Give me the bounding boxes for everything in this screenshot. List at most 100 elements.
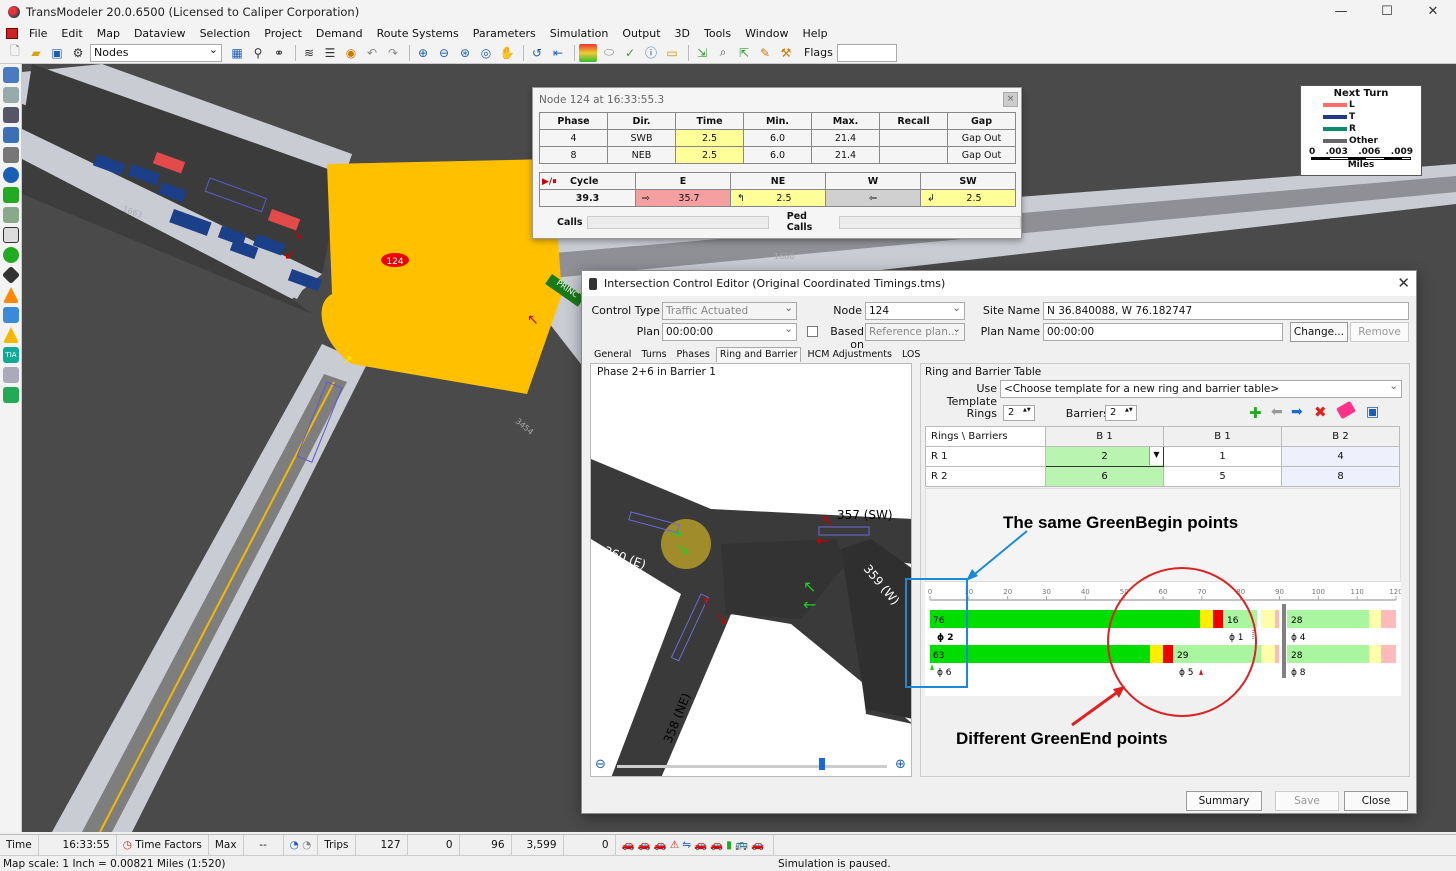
open-folder-icon[interactable]: ▰ [27,44,45,62]
save-button[interactable]: Save [1275,791,1339,811]
speed-limit-icon[interactable] [3,227,19,243]
dialog-close-button[interactable]: ✕ [1397,271,1410,296]
site-name-input[interactable]: N 36.840088, W 76.182747 [1043,302,1409,320]
incident-icon[interactable]: ⚠ [670,839,682,851]
report-icon[interactable] [3,367,19,383]
menu-selection[interactable]: Selection [193,27,258,40]
color-theme-icon[interactable] [579,43,597,62]
vehicle-tool-icon[interactable] [3,67,19,83]
menu-edit[interactable]: Edit [54,27,89,40]
green-layer-icon[interactable] [3,387,19,403]
node-panel-close-button[interactable]: × [1003,92,1018,107]
bus-icon[interactable]: 🚌 [735,839,751,851]
palette-icon[interactable]: ◉ [342,44,360,62]
zoom-layer-icon[interactable]: ◎ [477,44,495,62]
menu-file[interactable]: File [22,27,54,40]
menu-output[interactable]: Output [615,27,667,40]
menu-3d[interactable]: 3D [668,27,697,40]
menu-simulation[interactable]: Simulation [543,27,616,40]
tab-los[interactable]: LOS [898,347,924,362]
flags-input[interactable] [836,43,897,62]
save-icon[interactable]: ▣ [48,44,66,62]
summary-button[interactable]: Summary [1186,791,1262,811]
signal-timing-icon[interactable] [3,207,19,223]
table-tool-icon[interactable] [3,107,19,123]
zoom-out-icon[interactable]: ⊖ [435,44,453,62]
vehicle-stop-icon[interactable]: 🚗 [654,839,670,851]
tia-icon[interactable]: TIA [3,347,19,363]
previous-scope-icon[interactable]: ↺ [528,44,546,62]
binoculars-icon[interactable]: ⚭ [270,44,288,62]
vehicle-settings-icon[interactable]: 🚗 [751,839,767,851]
move-left-icon[interactable]: ⬅ [1271,404,1283,420]
toll-icon[interactable] [3,247,19,263]
speed-gauge-icon[interactable]: ◔ [290,839,299,851]
dataview-icon[interactable]: ▦ [228,44,246,62]
dropdown-arrow-icon[interactable]: ▼ [1149,447,1163,465]
maximize-button[interactable]: ☐ [1364,0,1410,24]
speed-gauge-icon[interactable]: ◔ [302,839,311,851]
menu-parameters[interactable]: Parameters [466,27,543,40]
eraser-icon[interactable] [1336,400,1356,420]
tab-general[interactable]: General [590,347,635,362]
move-right-icon[interactable]: ➡ [1291,404,1303,420]
undo-icon[interactable]: ↶ [363,44,381,62]
settings-icon[interactable]: ⚙ [69,44,87,62]
car-tool-icon[interactable] [3,127,19,143]
node-124-label[interactable]: 124 [386,257,403,267]
vehicle-route-icon[interactable]: 🚗 [694,839,710,851]
time-factors-icon[interactable]: ◷ [123,839,132,851]
node-select[interactable]: 124 [865,300,965,320]
menu-route-systems[interactable]: Route Systems [370,27,466,40]
layers-icon[interactable]: ≋ [300,44,318,62]
vehicle-play-icon[interactable]: 🚗 [622,839,638,851]
route-query-icon[interactable]: ⌕ [714,44,732,62]
legend-icon[interactable]: ☰ [321,44,339,62]
change-button[interactable]: Change... [1290,322,1348,342]
delete-icon[interactable]: ✖ [1314,403,1327,421]
cone-icon[interactable] [3,287,19,303]
menu-tools[interactable]: Tools [697,27,738,40]
rings-spinner[interactable]: 2 [1003,405,1035,421]
menu-dataview[interactable]: Dataview [127,27,193,40]
parking-icon[interactable] [3,167,19,183]
road-tool-icon[interactable] [3,147,19,163]
based-on-checkbox[interactable] [807,326,818,337]
layer-select[interactable]: Nodes [90,42,222,62]
route-edit-icon[interactable]: ⇱ [735,44,753,62]
add-icon[interactable]: ✚ [1249,404,1262,422]
zoom-in-icon[interactable]: ⊕ [414,44,432,62]
zoom-slider-track[interactable] [617,765,887,768]
traffic-signal-icon[interactable] [3,187,19,203]
save-icon[interactable]: ▣ [1366,404,1379,420]
tab-hcm-adjustments[interactable]: HCM Adjustments [803,347,895,362]
warning-icon[interactable] [3,327,19,343]
full-extent-icon[interactable]: ⇤ [549,44,567,62]
plan-select[interactable]: 00:00:00 [662,321,797,341]
based-on-select[interactable]: Reference plan... [865,321,965,341]
redo-icon[interactable]: ↷ [384,44,402,62]
zoom-window-icon[interactable]: ⊛ [456,44,474,62]
shape-icon[interactable]: ⬭ [600,44,618,62]
play-pause-icon[interactable]: ▶/⏸ [542,177,557,187]
menu-help[interactable]: Help [795,27,834,40]
pan-hand-icon[interactable]: ✋ [498,44,516,62]
control-type-select[interactable]: Traffic Actuated [662,300,797,320]
vehicle-detector-icon[interactable]: 🚗 [710,839,726,851]
menu-window[interactable]: Window [738,27,795,40]
ruler-icon[interactable]: ▭ [663,44,681,62]
plan-name-input[interactable]: 00:00:00 [1043,323,1283,341]
new-file-icon[interactable]: 🗋 [6,44,24,62]
route-add-icon[interactable]: ⇲ [693,44,711,62]
vehicle-pause-icon[interactable]: 🚗 [638,839,654,851]
menu-demand[interactable]: Demand [309,27,370,40]
query-icon[interactable]: ⚲ [249,44,267,62]
route-check-icon[interactable]: ✎ [756,44,774,62]
info-icon[interactable]: ⓘ [642,44,660,62]
tab-ring-and-barrier[interactable]: Ring and Barrier [715,347,802,362]
tab-turns[interactable]: Turns [637,347,670,362]
sign-icon[interactable] [1,265,21,285]
detector-icon[interactable] [3,307,19,323]
routes-icon[interactable]: ⇋ [682,839,694,851]
tab-phases[interactable]: Phases [673,347,714,362]
